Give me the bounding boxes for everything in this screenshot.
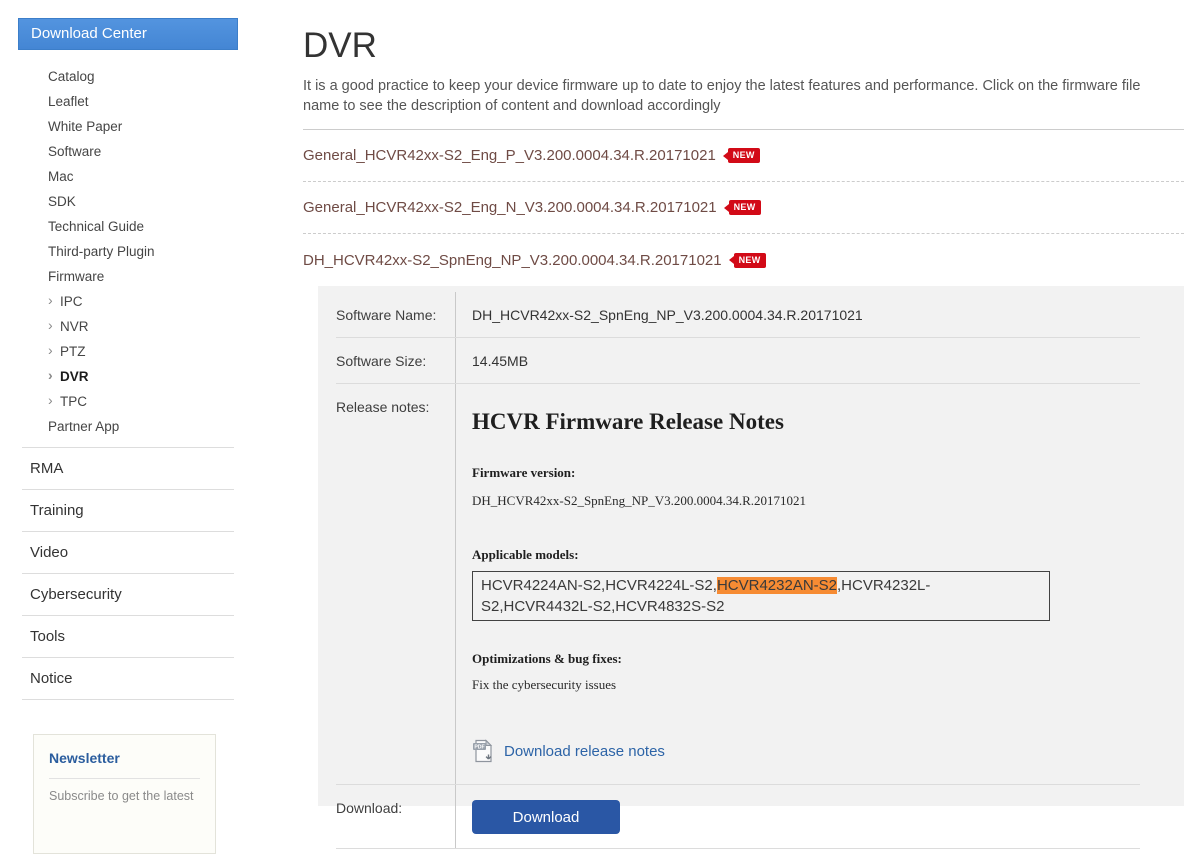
sidebar-section-tools[interactable]: Tools [22,616,234,658]
sidebar-item-leaflet[interactable]: Leaflet [18,89,238,114]
firmware-version-label: Firmware version: [472,465,576,480]
sidebar-subitem-label: PTZ [60,344,86,359]
sidebar-item-firmware[interactable]: Firmware [18,264,238,289]
sidebar-subitem-label: DVR [60,369,89,384]
download-row: Download: Download [336,785,1140,849]
sidebar-nav: Catalog Leaflet White Paper Software Mac… [18,64,238,439]
sidebar-section-training[interactable]: Training [22,490,234,532]
firmware-link[interactable]: General_HCVR42xx-S2_Eng_N_V3.200.0004.34… [303,199,717,216]
sidebar-item-catalog[interactable]: Catalog [18,64,238,89]
sidebar-item-technical-guide[interactable]: Technical Guide [18,214,238,239]
page-description: It is a good practice to keep your devic… [303,78,1141,114]
sidebar-sections: RMA Training Video Cybersecurity Tools N… [22,447,234,700]
firmware-detail-panel: Software Name: DH_HCVR42xx-S2_SpnEng_NP_… [318,286,1184,849]
sidebar-item-white-paper[interactable]: White Paper [18,114,238,139]
release-notes-content: HCVR Firmware Release Notes Firmware ver… [455,384,1140,784]
newsletter-title: Newsletter [49,750,120,766]
sidebar-subitem-label: IPC [60,294,83,309]
new-badge: NEW [728,200,761,215]
applicable-models-label: Applicable models: [472,547,579,562]
sidebar-subitem-ptz[interactable]: › PTZ [18,339,238,364]
sidebar-item-third-party-plugin[interactable]: Third-party Plugin [18,239,238,264]
software-name-value: DH_HCVR42xx-S2_SpnEng_NP_V3.200.0004.34.… [455,292,1140,337]
sidebar-section-video[interactable]: Video [22,532,234,574]
sidebar-subitem-ipc[interactable]: › IPC [18,289,238,314]
sidebar-item-mac[interactable]: Mac [18,164,238,189]
chevron-right-icon: › [48,367,53,383]
main-content: DVR It is a good practice to keep your d… [303,0,1184,849]
firmware-row-2[interactable]: General_HCVR42xx-S2_Eng_N_V3.200.0004.34… [303,182,1184,234]
optimizations-text: Fix the cybersecurity issues [472,677,617,692]
sidebar-item-software[interactable]: Software [18,139,238,164]
software-name-row: Software Name: DH_HCVR42xx-S2_SpnEng_NP_… [336,292,1140,338]
sidebar-subitem-dvr-active[interactable]: › DVR [18,364,238,389]
firmware-row-3-expanded[interactable]: DH_HCVR42xx-S2_SpnEng_NP_V3.200.0004.34.… [303,234,1184,286]
sidebar-item-partner-app[interactable]: Partner App [18,414,238,439]
sidebar-section-notice[interactable]: Notice [22,658,234,700]
models-highlighted-text: HCVR4232AN-S2 [716,577,838,594]
svg-text:PDF: PDF [474,745,484,751]
chevron-right-icon: › [48,292,53,308]
chevron-right-icon: › [48,317,53,333]
firmware-version-value: DH_HCVR42xx-S2_SpnEng_NP_V3.200.0004.34.… [472,493,807,508]
download-value: Download [455,785,1140,848]
new-badge: NEW [733,252,766,268]
sidebar: Download Center Catalog Leaflet White Pa… [18,18,238,854]
firmware-link[interactable]: DH_HCVR42xx-S2_SpnEng_NP_V3.200.0004.34.… [303,252,722,269]
firmware-row-1[interactable]: General_HCVR42xx-S2_Eng_P_V3.200.0004.34… [303,130,1184,182]
newsletter-box: Newsletter Subscribe to get the latest [33,734,216,854]
download-release-notes-link[interactable]: Download release notes [504,743,665,760]
software-size-value: 14.45MB [455,338,1140,383]
optimizations-label: Optimizations & bug fixes: [472,651,622,666]
sidebar-header-download-center[interactable]: Download Center [18,18,238,50]
applicable-models-box: HCVR4224AN-S2,HCVR4224L-S2,HCVR4232AN-S2… [472,571,1050,621]
software-name-label: Software Name: [336,307,437,323]
sidebar-subitem-label: TPC [60,394,87,409]
release-notes-label: Release notes: [336,399,430,415]
chevron-right-icon: › [48,342,53,358]
sidebar-section-cybersecurity[interactable]: Cybersecurity [22,574,234,616]
sidebar-item-sdk[interactable]: SDK [18,189,238,214]
pdf-file-icon: PDF [473,739,493,763]
software-size-row: Software Size: 14.45MB [336,338,1140,384]
firmware-link[interactable]: General_HCVR42xx-S2_Eng_P_V3.200.0004.34… [303,147,716,164]
chevron-right-icon: › [48,392,53,408]
new-badge: NEW [727,148,760,163]
download-button[interactable]: Download [472,800,620,834]
release-notes-row: Release notes: HCVR Firmware Release Not… [336,384,1140,785]
models-text: HCVR4224AN-S2,HCVR4224L-S2, [481,577,717,594]
release-notes-title: HCVR Firmware Release Notes [472,409,784,434]
sidebar-subitem-tpc[interactable]: › TPC [18,389,238,414]
download-label: Download: [336,800,403,816]
download-release-notes-row[interactable]: PDF Download release notes [472,739,1140,764]
sidebar-subitem-nvr[interactable]: › NVR [18,314,238,339]
newsletter-subtitle: Subscribe to get the latest [49,789,194,803]
sidebar-subitem-label: NVR [60,319,89,334]
sidebar-section-rma[interactable]: RMA [22,448,234,490]
newsletter-divider [49,778,200,779]
page-title: DVR [303,26,377,65]
software-size-label: Software Size: [336,353,427,369]
